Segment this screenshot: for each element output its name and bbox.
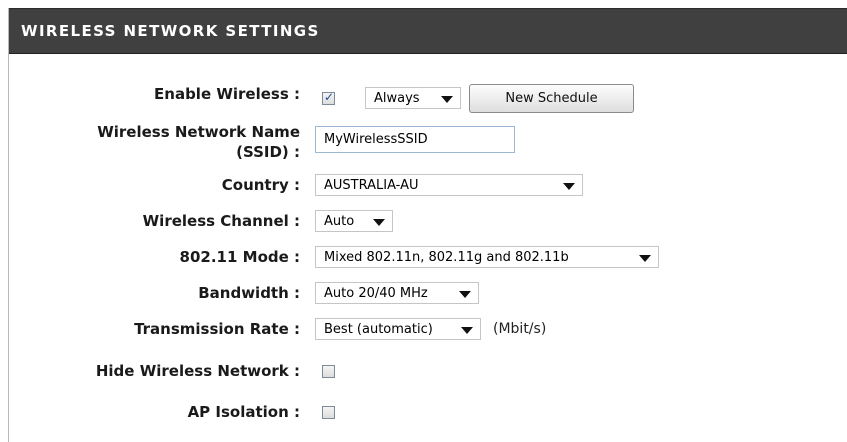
channel-select[interactable]: Auto [315, 210, 393, 232]
hide-network-checkbox[interactable] [322, 365, 335, 378]
enable-wireless-label: Enable Wireless : [154, 85, 300, 103]
tx-rate-label: Transmission Rate : [134, 320, 300, 338]
schedule-select[interactable]: Always [365, 87, 461, 109]
channel-row: Wireless Channel : Auto [9, 206, 847, 236]
tx-rate-select-value: Best (automatic) [324, 321, 433, 337]
bandwidth-select-value: Auto 20/40 MHz [324, 285, 428, 301]
mode-label: 802.11 Mode : [179, 248, 300, 266]
ssid-input[interactable]: MyWirelessSSID [315, 126, 515, 153]
bandwidth-select[interactable]: Auto 20/40 MHz [315, 282, 479, 304]
ap-isolation-label: AP Isolation : [187, 403, 300, 421]
chevron-down-icon [373, 219, 385, 226]
mode-select-value: Mixed 802.11n, 802.11g and 802.11b [324, 249, 569, 265]
ap-isolation-row: AP Isolation : [9, 397, 847, 427]
section-title: WIRELESS NETWORK SETTINGS [21, 22, 320, 40]
chevron-down-icon [461, 327, 473, 334]
chevron-down-icon [459, 291, 471, 298]
chevron-down-icon [563, 183, 575, 190]
bandwidth-label: Bandwidth : [198, 284, 300, 302]
tx-rate-row: Transmission Rate : Best (automatic) (Mb… [9, 314, 847, 344]
country-select[interactable]: AUSTRALIA-AU [315, 174, 583, 196]
tx-rate-unit: (Mbit/s) [493, 321, 547, 337]
channel-label: Wireless Channel : [142, 212, 300, 230]
schedule-select-value: Always [374, 90, 420, 106]
tx-rate-select[interactable]: Best (automatic) [315, 318, 481, 340]
wireless-settings-panel: WIRELESS NETWORK SETTINGS Enable Wireles… [8, 8, 847, 442]
ssid-label-line1: Wireless Network Name [97, 123, 300, 141]
chevron-down-icon [639, 255, 651, 262]
enable-wireless-checkbox[interactable] [322, 90, 335, 105]
hide-network-label: Hide Wireless Network : [95, 362, 300, 380]
bandwidth-row: Bandwidth : Auto 20/40 MHz [9, 278, 847, 308]
chevron-down-icon [441, 96, 453, 103]
mode-select[interactable]: Mixed 802.11n, 802.11g and 802.11b [315, 246, 659, 268]
country-label: Country : [221, 176, 300, 194]
ssid-label-line2: (SSID) : [236, 143, 300, 161]
enable-wireless-row: Enable Wireless : Always New Schedule [9, 80, 847, 116]
mode-row: 802.11 Mode : Mixed 802.11n, 802.11g and… [9, 242, 847, 272]
channel-select-value: Auto [324, 213, 355, 229]
hide-network-row: Hide Wireless Network : [9, 356, 847, 386]
section-header: WIRELESS NETWORK SETTINGS [9, 8, 847, 54]
country-select-value: AUSTRALIA-AU [324, 177, 419, 193]
ssid-row: Wireless Network Name (SSID) : MyWireles… [9, 120, 847, 166]
ap-isolation-checkbox[interactable] [322, 406, 335, 419]
new-schedule-button[interactable]: New Schedule [469, 83, 634, 113]
country-row: Country : AUSTRALIA-AU [9, 170, 847, 200]
